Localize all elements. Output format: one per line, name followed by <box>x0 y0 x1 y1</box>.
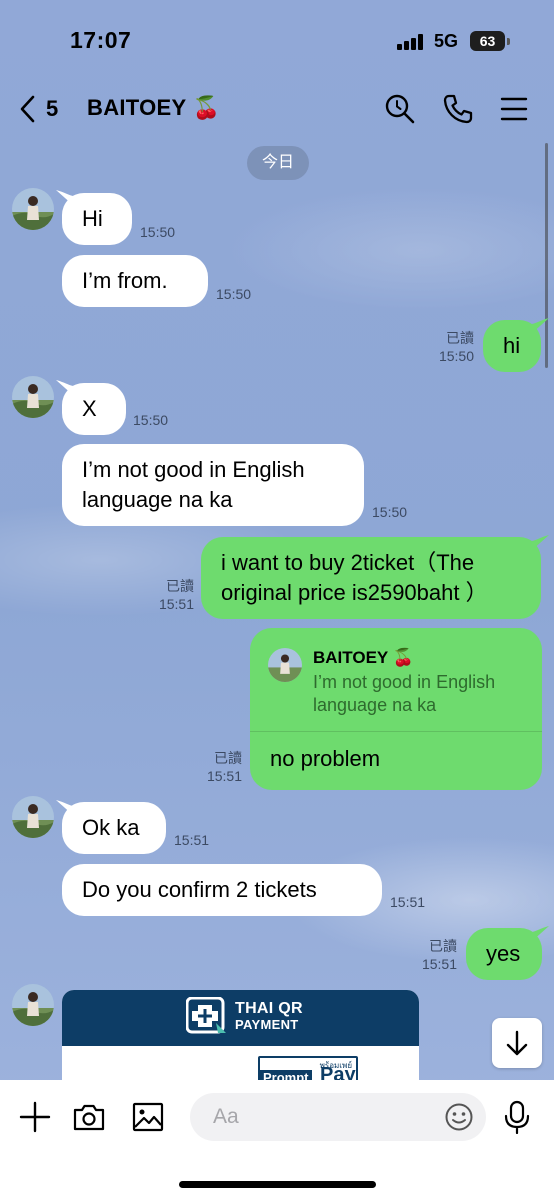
status-time: 17:07 <box>70 27 132 53</box>
message-text: Do you confirm 2 tickets <box>82 877 317 902</box>
message-text-line: language na ka <box>82 487 233 512</box>
message-bubble-incoming[interactable]: I’m from. <box>62 255 208 307</box>
call-button[interactable] <box>441 92 475 126</box>
message-input[interactable]: Aa <box>190 1093 486 1141</box>
message-text: X <box>82 396 97 421</box>
bubble-tail <box>531 535 549 551</box>
signal-icon <box>397 34 427 50</box>
message-text-line: I’m not good in English <box>82 457 305 482</box>
message-text: hi <box>503 333 521 358</box>
message-bubble-incoming[interactable]: Ok ka <box>62 802 166 854</box>
message-text: no problem <box>270 746 381 771</box>
reply-message-bubble[interactable]: BAITOEY 🍒 I’m not good in English langua… <box>250 628 542 790</box>
message-text: Ok ka <box>82 815 140 840</box>
quoted-message[interactable]: BAITOEY 🍒 I’m not good in English langua… <box>250 628 542 732</box>
message-text: I’m from. <box>82 268 168 293</box>
message-time: 15:50 <box>133 412 169 428</box>
message-time: 15:51 <box>158 596 194 612</box>
quoted-text-line: language na ka <box>313 695 437 715</box>
message-bubble-outgoing[interactable]: i want to buy 2ticket（The original price… <box>201 537 541 619</box>
scroll-to-bottom-button[interactable] <box>492 1018 542 1068</box>
menu-button[interactable] <box>499 92 533 126</box>
bubble-tail <box>531 318 549 334</box>
emoji-icon <box>445 1103 473 1131</box>
message-bubble-incoming[interactable]: Do you confirm 2 tickets <box>62 864 382 916</box>
scrollbar[interactable] <box>545 143 548 368</box>
menu-icon <box>500 97 528 121</box>
image-button[interactable] <box>131 1100 165 1134</box>
message-time: 15:50 <box>140 224 176 240</box>
chat-header: 5 BAITOEY 🍒 <box>0 80 554 140</box>
network-label: 5G <box>434 31 459 51</box>
message-text-line: i want to buy 2ticket（The <box>221 550 475 575</box>
message-text: yes <box>486 941 521 966</box>
read-receipt: 已讀 <box>214 750 242 766</box>
quoted-text: I’m not good in English language na ka <box>313 671 533 717</box>
phone-icon <box>443 94 473 124</box>
home-indicator <box>179 1181 376 1188</box>
message-time: 15:51 <box>206 768 242 784</box>
quoted-avatar <box>268 648 302 682</box>
arrow-down-icon <box>506 1030 528 1056</box>
message-time: 15:50 <box>372 504 408 520</box>
emoji-button[interactable] <box>444 1102 474 1132</box>
avatar[interactable] <box>12 984 54 1026</box>
message-input-placeholder: Aa <box>213 1105 239 1128</box>
avatar[interactable] <box>12 376 54 418</box>
search-button[interactable] <box>383 92 417 126</box>
qr-title-line1: THAI QR <box>235 1000 303 1017</box>
status-bar: 17:07 5G 63 <box>0 0 554 80</box>
message-time: 15:51 <box>421 956 457 972</box>
plus-icon <box>19 1101 51 1133</box>
read-receipt: 已讀 <box>446 330 474 346</box>
bubble-tail <box>531 926 549 942</box>
message-bubble-incoming[interactable]: X <box>62 383 126 435</box>
message-time: 15:51 <box>390 894 426 910</box>
quoted-text-line: I’m not good in English <box>313 672 496 692</box>
mic-icon <box>504 1100 530 1135</box>
qr-title-line2: PAYMENT <box>235 1017 299 1032</box>
image-icon <box>132 1102 164 1132</box>
qr-header: THAI QR PAYMENT <box>62 990 419 1046</box>
quoted-sender-name: BAITOEY 🍒 <box>313 648 414 667</box>
plus-button[interactable] <box>18 1100 52 1134</box>
message-time: 15:50 <box>216 286 252 302</box>
message-text: Hi <box>82 206 103 231</box>
avatar[interactable] <box>12 796 54 838</box>
camera-icon <box>73 1104 105 1131</box>
message-text-line: original price is2590baht ） <box>221 580 488 605</box>
read-receipt: 已讀 <box>429 938 457 954</box>
date-chip: 今日 <box>247 146 309 180</box>
search-icon <box>385 94 415 124</box>
chat-title[interactable]: BAITOEY 🍒 <box>87 95 220 121</box>
unread-count[interactable]: 5 <box>46 96 58 122</box>
read-receipt: 已讀 <box>166 578 194 594</box>
message-time: 15:50 <box>438 348 474 364</box>
thai-qr-logo-icon <box>186 997 226 1034</box>
mic-button[interactable] <box>500 1100 534 1135</box>
message-bubble-incoming[interactable]: Hi <box>62 193 132 245</box>
message-time: 15:51 <box>174 832 210 848</box>
camera-button[interactable] <box>72 1100 106 1134</box>
battery-icon: 63 <box>470 31 510 51</box>
back-chevron-icon <box>20 95 35 123</box>
avatar[interactable] <box>12 188 54 230</box>
qr-payment-image[interactable]: THAI QR PAYMENT พร้อมเพย์ Prompt Pay <box>62 990 419 1090</box>
message-bubble-incoming[interactable]: I’m not good in English language na ka <box>62 444 364 526</box>
